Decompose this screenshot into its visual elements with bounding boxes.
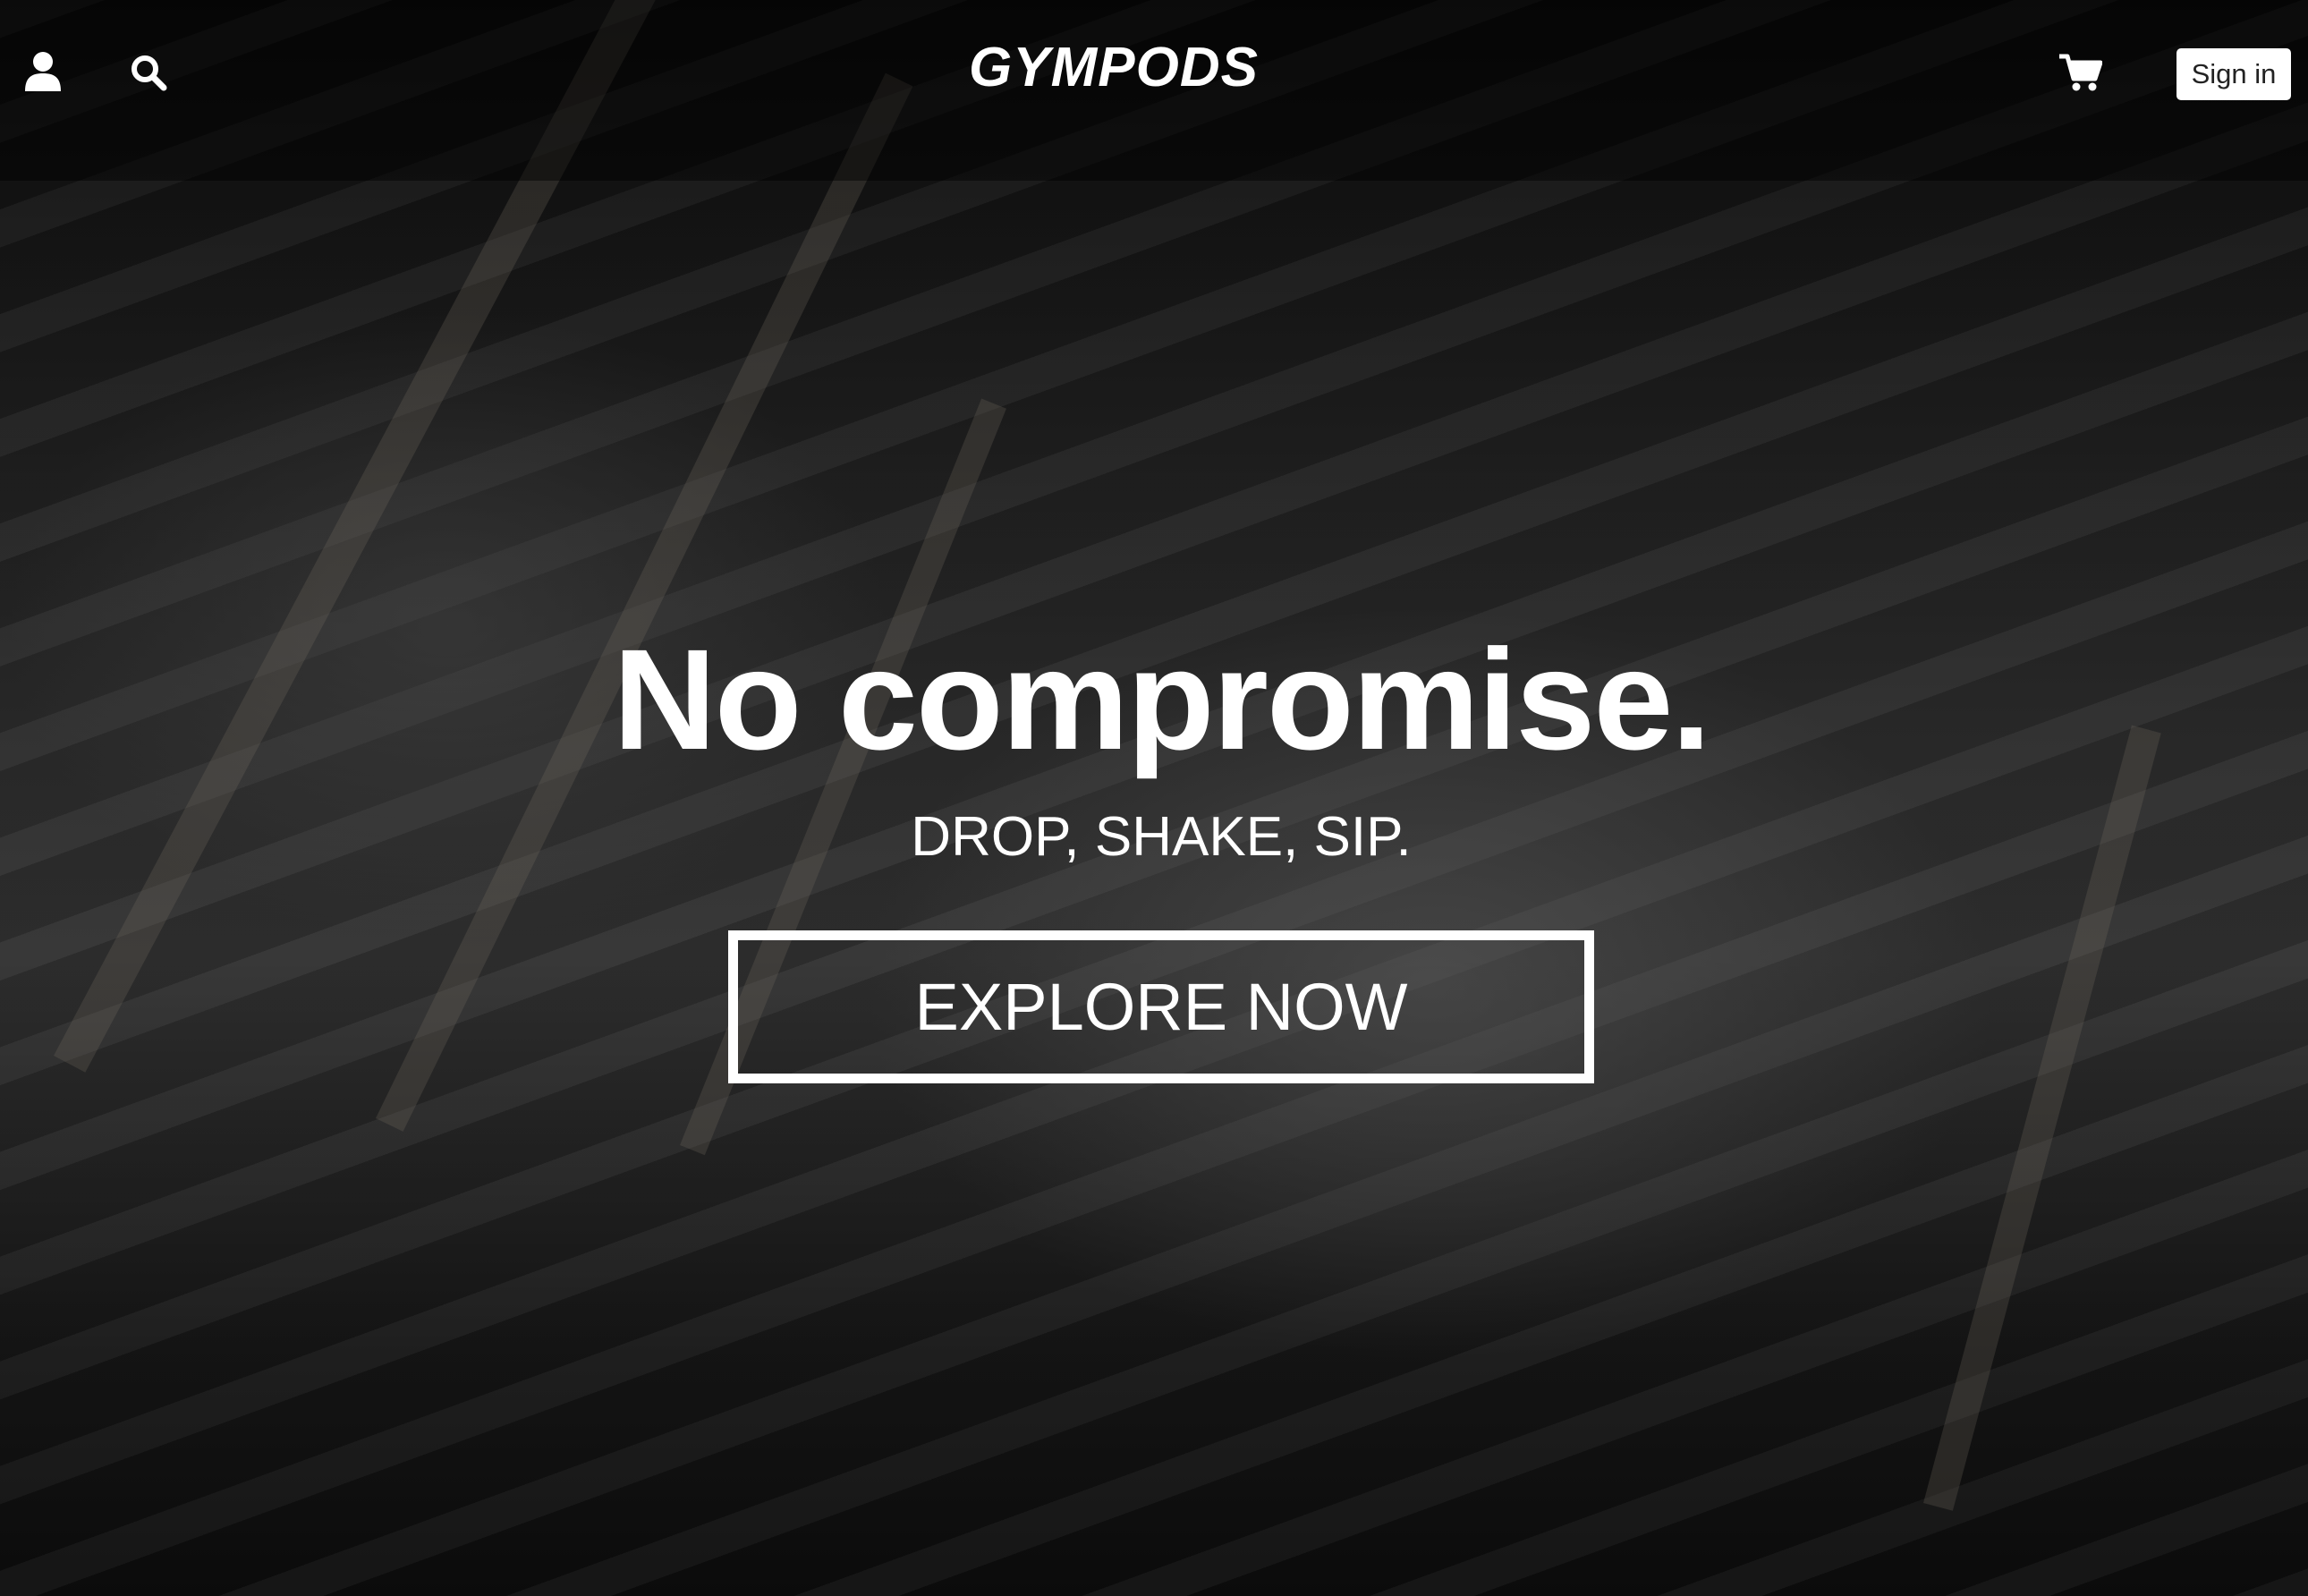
explore-now-button[interactable]: EXPLORE NOW: [728, 930, 1594, 1083]
cart-icon[interactable]: [2059, 54, 2103, 96]
site-logo[interactable]: GYMPODS: [0, 36, 2227, 99]
site-header: GYMPODS Sign in: [0, 0, 2308, 181]
hero-subheadline: DROP, SHAKE, SIP.: [911, 806, 1412, 868]
sign-in-button[interactable]: Sign in: [2176, 48, 2291, 100]
hero-headline: No compromise.: [613, 619, 1711, 779]
hero-background-image: [0, 0, 2308, 1596]
